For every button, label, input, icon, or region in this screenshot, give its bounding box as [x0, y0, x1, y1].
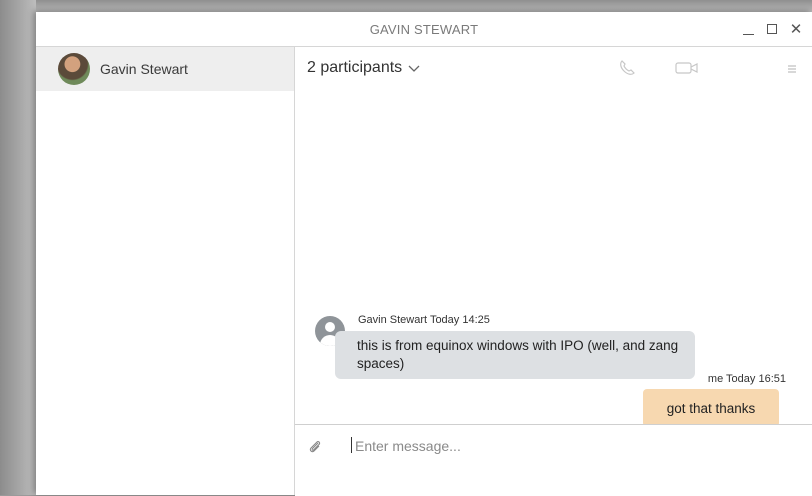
- chat-header: 2 participants: [295, 47, 812, 87]
- message-meta-outgoing: me Today 16:51: [707, 373, 786, 385]
- close-icon[interactable]: ✕: [788, 18, 804, 40]
- window-title: GAVIN STEWART: [369, 22, 479, 37]
- participants-label: 2 participants: [307, 59, 403, 76]
- avatar: [58, 53, 90, 85]
- participants-dropdown[interactable]: 2 participants: [307, 59, 420, 77]
- message-input[interactable]: [353, 433, 787, 459]
- paperclip-icon[interactable]: [308, 439, 322, 460]
- chevron-down-icon: [408, 62, 420, 76]
- conversation-sidebar: Gavin Stewart: [36, 47, 295, 495]
- message-list: Gavin Stewart Today 14:25 this is from e…: [295, 87, 812, 427]
- conversation-item-gavin-stewart[interactable]: Gavin Stewart: [36, 47, 294, 91]
- message-composer: [295, 424, 812, 496]
- video-camera-icon[interactable]: [675, 61, 699, 80]
- text-caret: [351, 437, 352, 453]
- phone-icon[interactable]: [617, 58, 637, 83]
- window-controls: ✕: [740, 18, 804, 40]
- chat-panel: 2 participants Gavin Stewart Today 14:25: [295, 47, 812, 496]
- message-bubble: this is from equinox windows with IPO (w…: [335, 331, 695, 379]
- minimize-icon[interactable]: [740, 18, 756, 40]
- title-bar: GAVIN STEWART ✕: [36, 12, 812, 47]
- message-bubble-outgoing: got that thanks: [643, 389, 779, 427]
- message-meta: Gavin Stewart Today 14:25: [358, 314, 490, 326]
- menu-icon[interactable]: [787, 61, 797, 79]
- maximize-icon[interactable]: [764, 18, 780, 40]
- desktop-background-left: [0, 0, 36, 495]
- chat-window: GAVIN STEWART ✕ Gavin Stewart 2 particip…: [36, 12, 812, 496]
- desktop-background: [0, 0, 812, 12]
- contact-name: Gavin Stewart: [100, 61, 188, 77]
